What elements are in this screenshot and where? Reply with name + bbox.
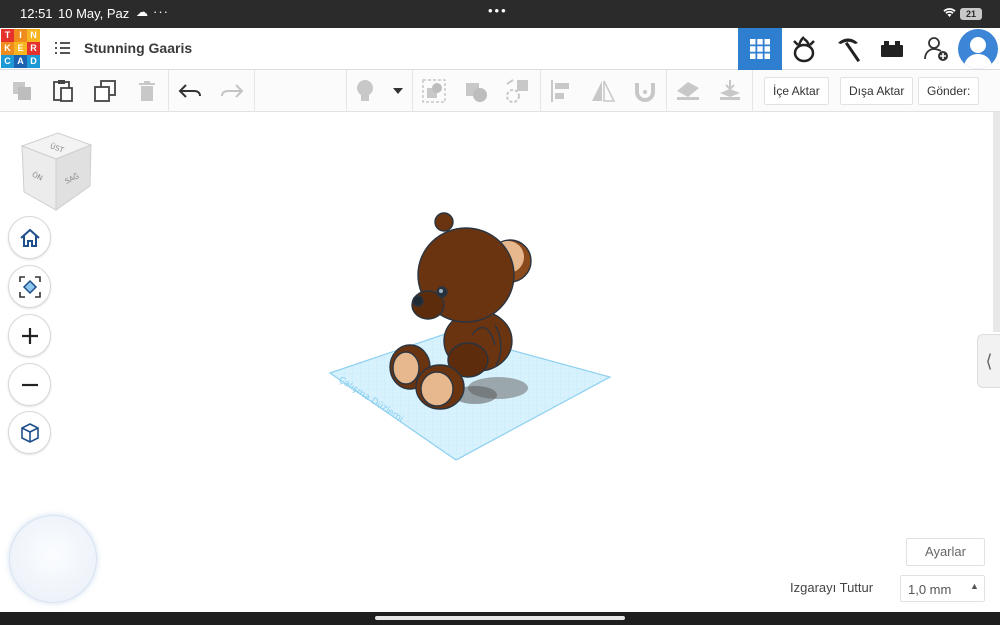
import-button[interactable]: İçe Aktar [764, 77, 829, 105]
fit-view-icon [18, 275, 41, 298]
status-date: 10 May, Paz [58, 6, 130, 21]
design-list-icon[interactable] [55, 39, 71, 59]
status-more: ··· [153, 4, 169, 19]
paste-icon [53, 80, 73, 102]
align-button[interactable] [548, 78, 574, 104]
trash-icon [139, 81, 155, 101]
multitask-dots[interactable]: ••• [488, 3, 508, 18]
align-icon [551, 80, 569, 102]
logo-letter: A [14, 55, 27, 68]
ungroup-icon [466, 83, 487, 102]
send-to-button[interactable]: Gönder: [918, 77, 980, 105]
toolbar-divider [168, 70, 169, 112]
home-indicator-bar [0, 612, 1000, 625]
user-icon [963, 37, 993, 69]
grid-view-icon [750, 39, 770, 59]
settings-button[interactable]: Ayarlar [906, 538, 985, 566]
circuits-icon [793, 36, 815, 63]
caret-up-icon: ▲ [970, 581, 979, 591]
cruise-icon [506, 79, 528, 103]
cube-icon [20, 422, 39, 443]
orbit-joystick[interactable] [9, 515, 97, 603]
undo-icon [178, 84, 201, 98]
paste-button[interactable] [50, 78, 76, 104]
codeblocks-button[interactable] [826, 28, 870, 70]
tinkercad-logo[interactable]: T I N K E R C A D [1, 29, 40, 68]
cruise-button[interactable] [505, 78, 531, 104]
drop-button[interactable] [717, 78, 743, 104]
magnet-button[interactable] [632, 78, 658, 104]
battery-indicator: 21 [960, 8, 982, 20]
brick-icon [881, 41, 903, 57]
logo-letter: D [27, 55, 40, 68]
perspective-toggle-button[interactable] [8, 411, 51, 454]
group-icon [422, 79, 446, 103]
3d-design-button[interactable] [738, 28, 782, 70]
caret-down-icon [393, 88, 403, 94]
minus-icon [21, 383, 38, 386]
snap-grid-select[interactable]: 1,0 mm ▲ [900, 575, 985, 602]
drop-icon [720, 80, 740, 100]
toolbar-divider [412, 70, 413, 112]
mirror-button[interactable] [590, 78, 616, 104]
snap-grid-label: Izgarayı Tuttur [790, 580, 874, 595]
logo-letter: I [14, 29, 27, 42]
copy-icon [13, 82, 31, 100]
zoom-out-button[interactable] [8, 363, 51, 406]
home-indicator[interactable] [375, 616, 625, 620]
logo-letter: C [1, 55, 14, 68]
app-header: T I N K E R C A D Stunning Gaaris [0, 28, 1000, 70]
hide-icon [677, 82, 699, 100]
edit-toolbar: İçe Aktar Dışa Aktar Gönder: [0, 70, 1000, 112]
group-button[interactable] [421, 78, 447, 104]
chevron-left-icon: ⟨ [985, 351, 993, 371]
toolbar-divider [346, 70, 347, 112]
duplicate-button[interactable] [92, 78, 118, 104]
logo-letter: R [27, 42, 40, 55]
mirror-icon [592, 80, 616, 102]
view-cube[interactable]: ÜST ÖN SAĞ [18, 132, 94, 219]
fit-view-button[interactable] [8, 265, 51, 308]
ungroup-button[interactable] [463, 78, 489, 104]
shapes-panel-toggle[interactable]: ⟨ [977, 334, 1000, 388]
toolbar-divider [254, 70, 255, 112]
add-user-icon [924, 37, 948, 61]
circuits-button[interactable] [782, 28, 826, 70]
redo-icon [221, 84, 244, 98]
bricks-button[interactable] [870, 28, 914, 70]
toolbar-divider [540, 70, 541, 112]
notes-dropdown[interactable] [386, 78, 410, 104]
undo-button[interactable] [177, 78, 203, 104]
panel-scrollbar[interactable] [993, 112, 1000, 332]
zoom-in-button[interactable] [8, 314, 51, 357]
redo-button[interactable] [219, 78, 245, 104]
logo-letter: K [1, 42, 14, 55]
home-view-button[interactable] [8, 216, 51, 259]
home-icon [19, 228, 40, 247]
magnet-icon [635, 83, 655, 102]
logo-letter: N [27, 29, 40, 42]
logo-letter: E [14, 42, 27, 55]
status-bar: 12:51 10 May, Paz ☁ ··· ••• 21 [0, 0, 1000, 28]
toolbar-divider [752, 70, 753, 112]
logo-letter: T [1, 29, 14, 42]
snap-grid-value: 1,0 mm [908, 582, 952, 597]
project-title[interactable]: Stunning Gaaris [84, 40, 192, 56]
notes-button[interactable] [352, 78, 378, 104]
workplane-scene[interactable]: Çalışma Düzlemi [320, 205, 620, 470]
status-time: 12:51 [20, 6, 53, 21]
wifi-icon [942, 6, 957, 21]
lightbulb-icon [357, 80, 373, 101]
user-avatar[interactable] [958, 29, 998, 69]
delete-button[interactable] [134, 78, 160, 104]
duplicate-icon [94, 80, 116, 102]
plus-icon [21, 327, 38, 344]
toolbar-divider [666, 70, 667, 112]
hide-button[interactable] [675, 78, 701, 104]
copy-button[interactable] [9, 78, 35, 104]
cloud-icon: ☁ [136, 5, 148, 19]
export-button[interactable]: Dışa Aktar [840, 77, 914, 105]
invite-user-button[interactable] [914, 28, 958, 70]
pickaxe-icon [838, 38, 861, 63]
